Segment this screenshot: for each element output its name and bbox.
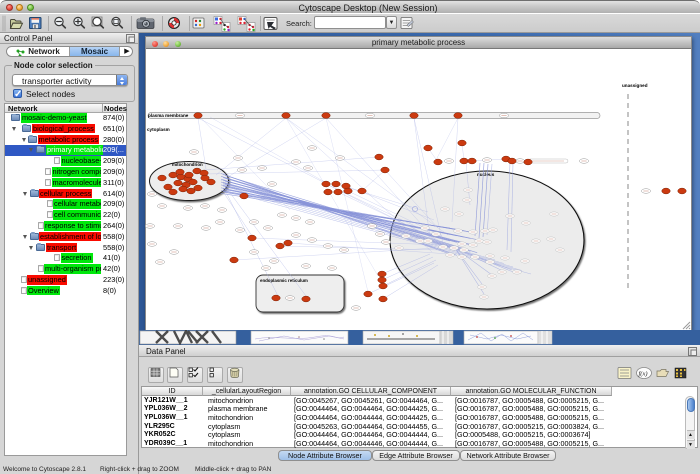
svg-text:plasma membrane: plasma membrane <box>148 113 189 118</box>
svg-text:cytoplasm: cytoplasm <box>147 127 170 132</box>
svg-text:mitochondrion: mitochondrion <box>172 162 203 167</box>
svg-text:endoplasmic reticulum: endoplasmic reticulum <box>260 278 308 283</box>
svg-text:unassigned: unassigned <box>622 83 648 88</box>
svg-text:nucleus: nucleus <box>477 172 495 177</box>
svg-text:f(x): f(x) <box>639 371 648 378</box>
